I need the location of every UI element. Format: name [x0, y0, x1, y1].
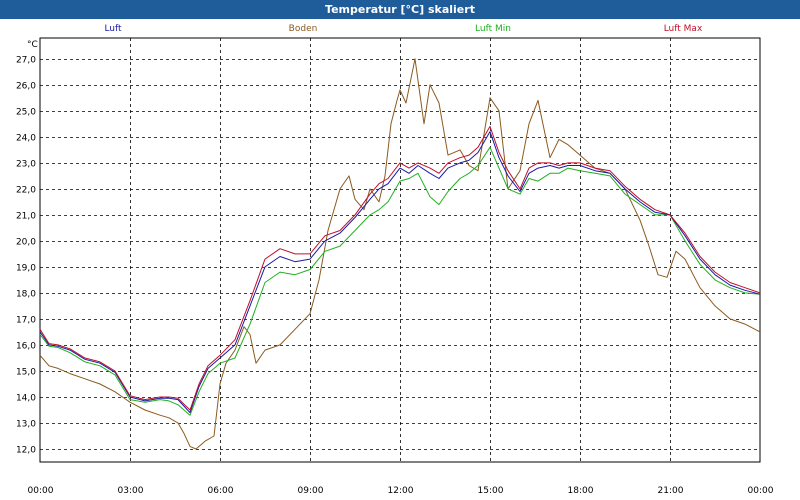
- y-tick-label: 14,0: [16, 394, 36, 404]
- y-tick-label: 25,0: [16, 108, 36, 118]
- y-tick-label: 27,0: [16, 56, 36, 66]
- x-tick-time: 00:00: [28, 486, 54, 496]
- legend-entry: Luft Max: [664, 24, 703, 34]
- legend-entry: Luft Min: [475, 24, 511, 34]
- y-tick-label: 26,0: [16, 82, 36, 92]
- plot-area: [39, 37, 761, 463]
- y-tick-label: 16,0: [16, 342, 36, 352]
- x-tick-time: 18:00: [568, 486, 594, 496]
- y-tick-label: 12,0: [16, 446, 36, 456]
- y-tick-label: 17,0: [16, 316, 36, 326]
- y-tick-label: 23,0: [16, 160, 36, 170]
- y-tick-label: 13,0: [16, 420, 36, 430]
- x-tick-time: 00:00: [748, 486, 774, 496]
- y-tick-label: 18,0: [16, 290, 36, 300]
- y-tick-label: 21,0: [16, 212, 36, 222]
- x-tick-time: 21:00: [658, 486, 684, 496]
- line-chart: 12,0 13,0 14,0 15,0 16,0 17,0 18,0 19,0 20,0 21,0…: [16, 24, 774, 496]
- chart-title: Temperatur [°C] skaliert: [0, 0, 800, 19]
- y-tick-label: 20,0: [16, 238, 36, 248]
- chart-window: Temperatur [°C] skaliert 12,0 13,0 14,0 15,…: [0, 0, 800, 500]
- legend-entry: Luft: [104, 24, 122, 34]
- x-tick-time: 09:00: [298, 486, 324, 496]
- x-tick-time: 06:00: [208, 486, 234, 496]
- x-tick-time: 15:00: [478, 486, 504, 496]
- x-tick-time: 03:00: [118, 486, 144, 496]
- x-tick-time: 12:00: [388, 486, 414, 496]
- legend-entry: Boden: [289, 24, 318, 34]
- y-axis-unit: °C: [27, 40, 38, 50]
- y-tick-label: 15,0: [16, 368, 36, 378]
- y-tick-label: 22,0: [16, 186, 36, 196]
- y-tick-label: 24,0: [16, 134, 36, 144]
- y-tick-label: 19,0: [16, 264, 36, 274]
